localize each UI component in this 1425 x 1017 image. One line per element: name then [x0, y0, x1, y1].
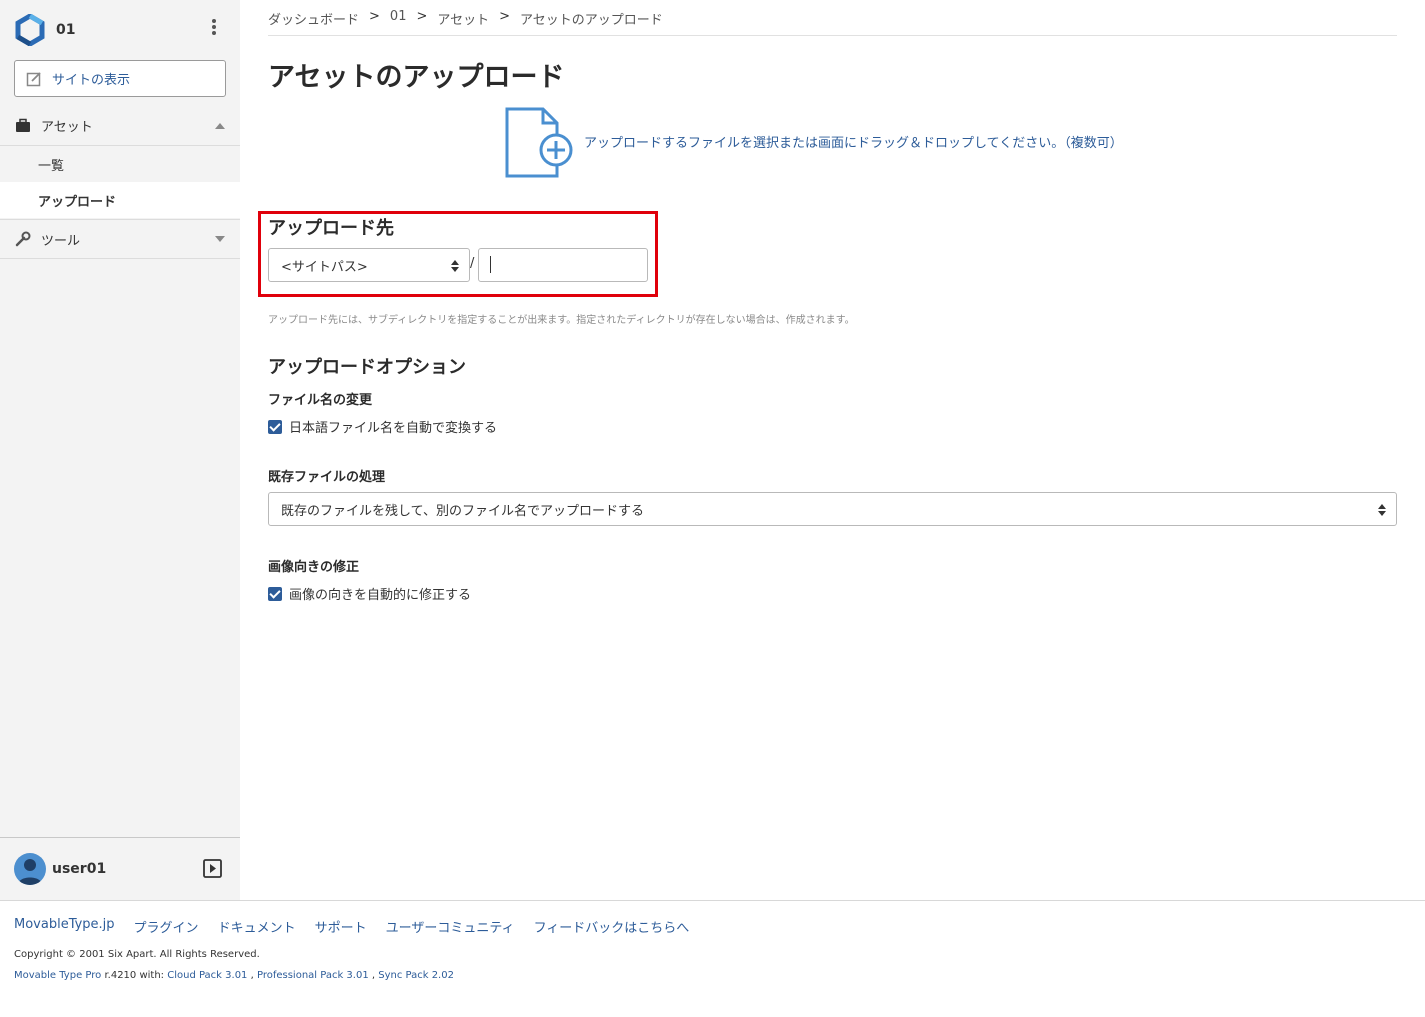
site-path-value: <サイトパス>	[281, 259, 368, 275]
path-separator: /	[470, 256, 475, 271]
view-site-label: サイトの表示	[52, 73, 131, 88]
pack-link-cloud[interactable]: Cloud Pack 3.01	[167, 970, 247, 981]
breadcrumb-divider	[268, 35, 1397, 36]
subdirectory-input[interactable]	[478, 248, 648, 282]
version-info: Movable Type Pro r.4210 with: Cloud Pack…	[14, 970, 454, 981]
site-path-select[interactable]: <サイトパス>	[268, 248, 470, 282]
breadcrumb-separator: >	[416, 9, 428, 24]
upload-drop-zone[interactable]: アップロードするファイルを選択または画面にドラッグ＆ドロップしてください。（複数…	[503, 106, 1183, 180]
text-cursor	[490, 256, 491, 273]
orientation-checkbox[interactable]	[268, 586, 282, 601]
destination-hint: アップロード先には、サブディレクトリを指定することが出来ます。指定されたディレク…	[268, 315, 855, 326]
caret-up-icon	[215, 122, 225, 129]
breadcrumb-separator: >	[499, 9, 511, 24]
drop-zone-label[interactable]: アップロードするファイルを選択または画面にドラッグ＆ドロップしてください。（複数…	[584, 132, 1123, 151]
kebab-menu-icon[interactable]	[206, 19, 222, 39]
pack-link-sync[interactable]: Sync Pack 2.02	[378, 970, 454, 981]
wrench-icon	[15, 231, 31, 247]
rename-checkbox-row[interactable]: 日本語ファイル名を自動で変換する	[268, 417, 497, 436]
sidebar-subitem-list[interactable]: 一覧	[0, 146, 240, 182]
copyright: Copyright © 2001 Six Apart. All Rights R…	[14, 949, 260, 960]
existing-file-heading: 既存ファイルの処理	[268, 470, 386, 485]
footer-link-community[interactable]: ユーザーコミュニティ	[386, 917, 515, 936]
asset-submenu: 一覧 アップロード	[0, 146, 240, 219]
footer: MovableType.jp プラグイン ドキュメント サポート ユーザーコミュ…	[0, 900, 1425, 1017]
pack-link-professional[interactable]: Professional Pack 3.01	[257, 970, 369, 981]
sidebar-item-assets[interactable]: アセット	[0, 106, 240, 146]
footer-link-docs[interactable]: ドキュメント	[218, 917, 296, 936]
destination-heading: アップロード先	[268, 218, 394, 239]
sidebar-header: 01	[0, 0, 240, 58]
play-collapse-icon[interactable]	[203, 859, 222, 878]
sidebar-item-label: ツール	[41, 233, 81, 249]
orientation-checkbox-row[interactable]: 画像の向きを自動的に修正する	[268, 584, 471, 603]
existing-file-value: 既存のファイルを残して、別のファイル名でアップロードする	[281, 503, 644, 519]
movable-type-logo-icon[interactable]	[14, 14, 46, 46]
caret-down-icon	[215, 236, 225, 242]
footer-link-movabletype[interactable]: MovableType.jp	[14, 917, 115, 936]
version-text: r.4210 with:	[104, 970, 165, 981]
product-link[interactable]: Movable Type Pro	[14, 970, 101, 981]
breadcrumb-dashboard[interactable]: ダッシュボード	[268, 9, 359, 28]
sidebar: 01 サイトの表示 アセット 一覧 アップロード ツール user01	[0, 0, 240, 900]
view-site-button[interactable]: サイトの表示	[14, 60, 226, 97]
page-title: アセットのアップロード	[268, 62, 565, 93]
footer-link-plugins[interactable]: プラグイン	[134, 917, 199, 936]
options-heading: アップロードオプション	[268, 357, 466, 378]
orientation-heading: 画像向きの修正	[268, 560, 360, 575]
footer-link-support[interactable]: サポート	[315, 917, 367, 936]
breadcrumb: ダッシュボード > 01 > アセット > アセットのアップロード	[268, 9, 673, 28]
user-avatar-icon[interactable]	[14, 853, 46, 885]
briefcase-icon	[16, 118, 30, 132]
external-edit-icon	[26, 71, 41, 86]
sidebar-item-tools[interactable]: ツール	[0, 219, 240, 259]
rename-checkbox[interactable]	[268, 419, 282, 434]
user-panel: user01	[0, 837, 240, 900]
sidebar-item-label: アセット	[41, 120, 93, 135]
site-name[interactable]: 01	[56, 22, 75, 38]
footer-link-feedback[interactable]: フィードバックはこちらへ	[534, 917, 690, 936]
file-add-icon	[505, 107, 573, 178]
orientation-checkbox-label[interactable]: 画像の向きを自動的に修正する	[289, 584, 471, 603]
footer-links: MovableType.jp プラグイン ドキュメント サポート ユーザーコミュ…	[14, 917, 708, 936]
select-arrows-icon	[1378, 504, 1386, 516]
breadcrumb-site[interactable]: 01	[390, 9, 407, 28]
breadcrumb-separator: >	[369, 9, 380, 24]
rename-checkbox-label[interactable]: 日本語ファイル名を自動で変換する	[289, 417, 497, 436]
username[interactable]: user01	[52, 861, 106, 877]
breadcrumb-assets[interactable]: アセット	[437, 9, 489, 28]
rename-heading: ファイル名の変更	[268, 393, 373, 408]
existing-file-select[interactable]: 既存のファイルを残して、別のファイル名でアップロードする	[268, 492, 1397, 526]
select-arrows-icon	[451, 260, 459, 272]
breadcrumb-current: アセットのアップロード	[520, 13, 663, 28]
sidebar-subitem-upload[interactable]: アップロード	[0, 182, 240, 218]
